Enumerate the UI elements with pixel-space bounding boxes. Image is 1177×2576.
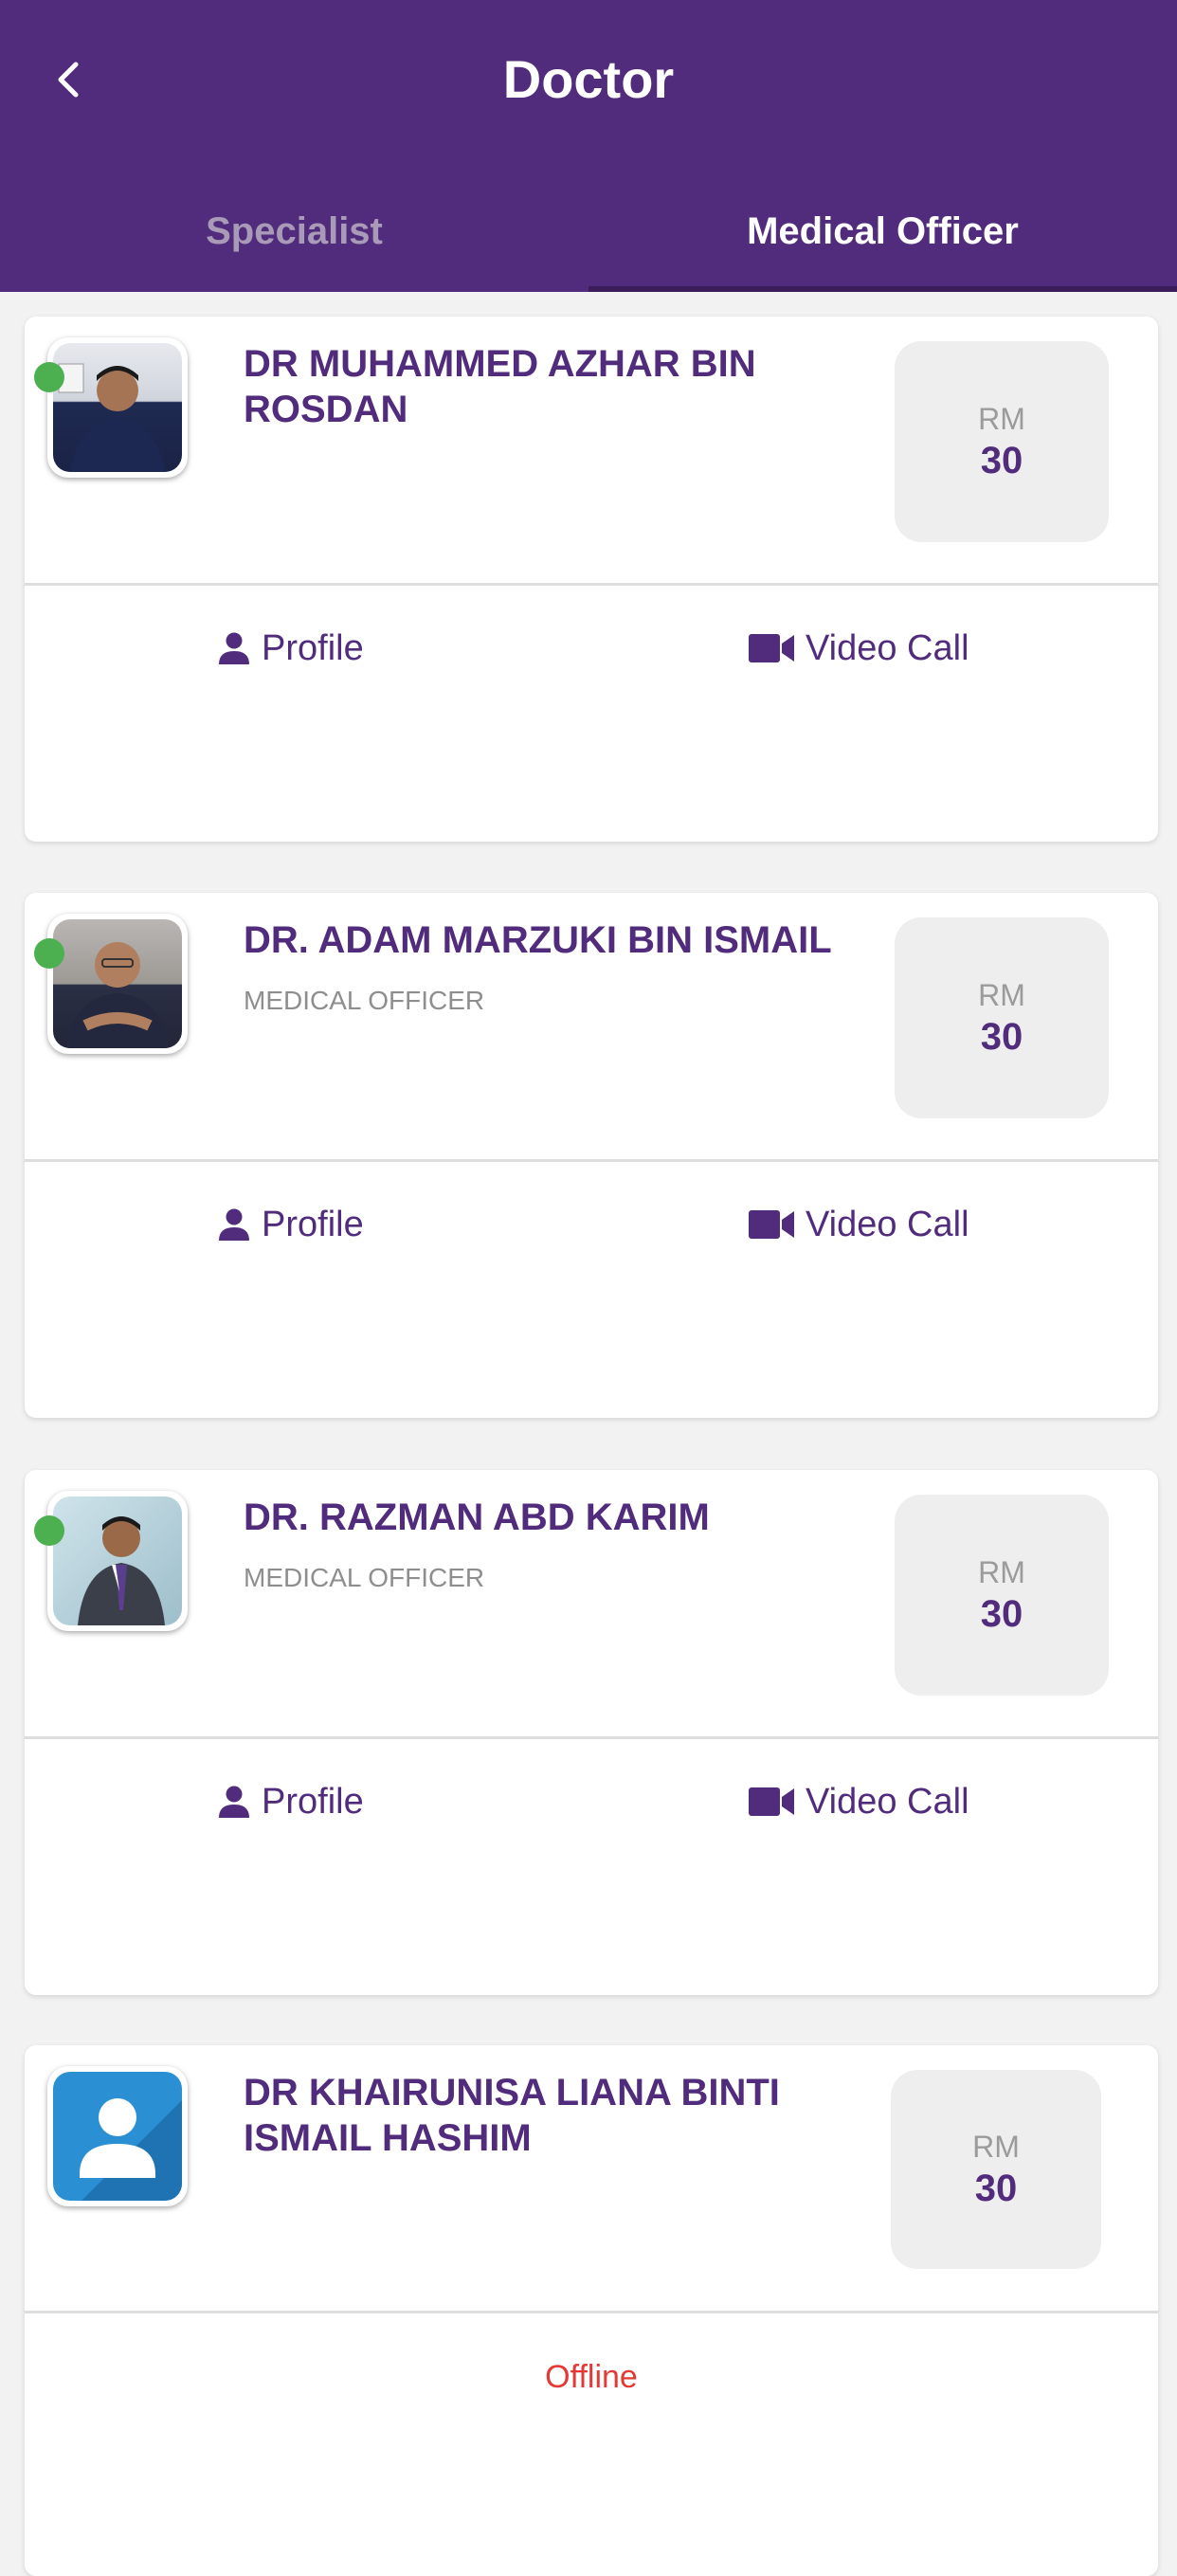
person-icon (219, 1208, 249, 1241)
card-divider (25, 1159, 1158, 1162)
person-icon (219, 632, 249, 664)
tab-label: Specialist (206, 209, 383, 252)
profile-button[interactable]: Profile (218, 1196, 364, 1253)
doctor-card: DR KHAIRUNISA LIANA BINTI ISMAIL HASHIM … (25, 2045, 1158, 2576)
doctor-avatar[interactable] (47, 914, 188, 1054)
online-status-dot (34, 938, 64, 969)
video-call-label: Video Call (806, 1781, 969, 1822)
online-status-dot (34, 1515, 64, 1546)
person-icon (219, 1786, 249, 1818)
tab-medical-officer[interactable]: Medical Officer (588, 171, 1177, 292)
doctor-name[interactable]: DR. RAZMAN ABD KARIM (244, 1495, 888, 1540)
doctor-role: MEDICAL OFFICER (244, 1563, 485, 1592)
price-currency: RM (978, 402, 1025, 436)
offline-status-label: Offline (545, 2359, 638, 2395)
app-header: Doctor Specialist Medical Officer (0, 0, 1177, 292)
active-tab-indicator (588, 286, 1177, 292)
video-camera-icon (749, 1787, 794, 1816)
video-call-label: Video Call (806, 1204, 969, 1244)
tab-label: Medical Officer (747, 209, 1019, 252)
doctor-name[interactable]: DR MUHAMMED AZHAR BIN ROSDAN (244, 341, 888, 432)
doctor-photo (53, 343, 182, 472)
card-divider (25, 1736, 1158, 1739)
doctor-avatar[interactable] (47, 1491, 188, 1631)
price-badge: RM 30 (895, 917, 1109, 1118)
video-call-label: Video Call (806, 627, 969, 668)
price-badge: RM 30 (895, 1495, 1109, 1696)
price-currency: RM (972, 2130, 1020, 2164)
page-title: Doctor (502, 49, 675, 109)
price-currency: RM (978, 978, 1025, 1012)
doctor-role: MEDICAL OFFICER (244, 986, 485, 1015)
doctor-avatar[interactable] (47, 337, 188, 478)
doctor-card: DR. RAZMAN ABD KARIM MEDICAL OFFICER RM … (25, 1470, 1158, 1995)
price-amount: 30 (980, 1016, 1023, 1058)
doctor-avatar[interactable] (47, 2066, 188, 2206)
doctor-name[interactable]: DR KHAIRUNISA LIANA BINTI ISMAIL HASHIM (244, 2070, 888, 2161)
online-status-dot (34, 362, 64, 392)
tab-bar: Specialist Medical Officer (0, 171, 1177, 292)
person-placeholder-icon (80, 2098, 182, 2201)
profile-button[interactable]: Profile (218, 1773, 364, 1830)
price-amount: 30 (980, 1593, 1023, 1635)
profile-label: Profile (262, 1204, 364, 1244)
video-call-button[interactable]: Video Call (749, 1773, 969, 1830)
price-amount: 30 (974, 2168, 1018, 2209)
doctor-card: DR MUHAMMED AZHAR BIN ROSDAN RM 30 Profi… (25, 317, 1158, 842)
doctor-photo (53, 919, 182, 1048)
profile-label: Profile (262, 627, 364, 668)
price-badge: RM 30 (895, 341, 1109, 542)
tab-specialist[interactable]: Specialist (0, 171, 588, 292)
doctor-photo (53, 1497, 182, 1625)
price-currency: RM (978, 1555, 1025, 1589)
video-call-button[interactable]: Video Call (749, 620, 969, 677)
profile-button[interactable]: Profile (218, 620, 364, 677)
video-camera-icon (749, 1210, 794, 1239)
doctor-name[interactable]: DR. ADAM MARZUKI BIN ISMAIL (244, 917, 888, 963)
price-amount: 30 (980, 440, 1023, 481)
doctor-card: DR. ADAM MARZUKI BIN ISMAIL MEDICAL OFFI… (25, 893, 1158, 1418)
profile-label: Profile (262, 1781, 364, 1822)
card-divider (25, 2311, 1158, 2313)
default-avatar-photo (53, 2072, 182, 2201)
price-badge: RM 30 (891, 2070, 1101, 2269)
video-call-button[interactable]: Video Call (749, 1196, 969, 1253)
video-camera-icon (749, 634, 794, 662)
card-divider (25, 583, 1158, 586)
